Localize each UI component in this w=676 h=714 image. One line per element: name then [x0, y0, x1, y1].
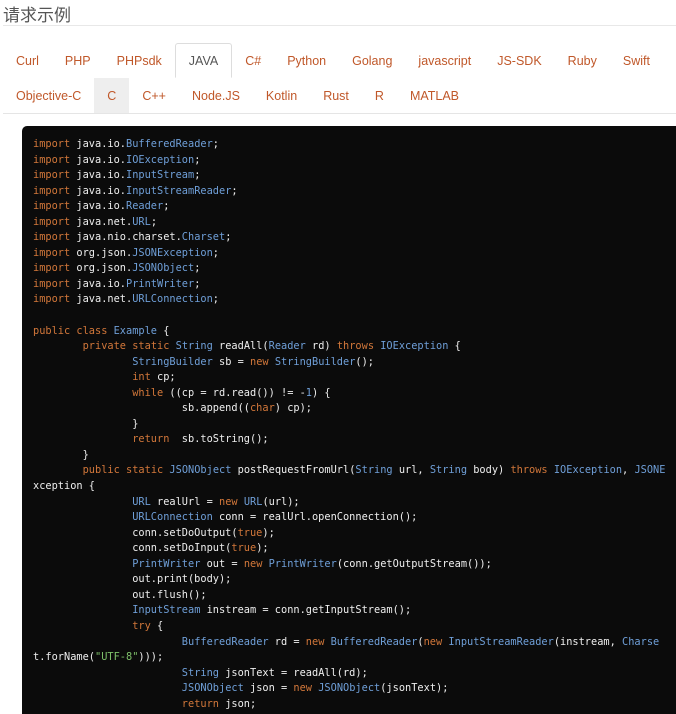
code-line: import java.io.PrintWriter; [33, 277, 201, 290]
tab-objective-c[interactable]: Objective-C [3, 78, 94, 113]
code-line: sb.append((char) cp); [33, 402, 312, 415]
code-line: conn.setDoInput(true); [33, 542, 269, 555]
code-block: import java.io.BufferedReader; import jav… [22, 126, 676, 714]
tab-c#[interactable]: C# [232, 43, 274, 78]
code-line: private static String readAll(Reader rd)… [82, 340, 461, 353]
code-line: URLConnection conn = realUrl.openConnect… [132, 511, 418, 524]
tab-phpsdk[interactable]: PHPsdk [104, 43, 175, 78]
code-line: while ((cp = rd.read()) != -1) { [132, 386, 331, 399]
title-divider [3, 25, 676, 26]
code-line: public class Example { [33, 324, 170, 337]
code-line: t.forName("UTF-8"))); [33, 651, 164, 664]
code-line: out.print(body); [33, 573, 232, 586]
code-line: try { [132, 619, 164, 632]
tabs-divider [3, 113, 676, 114]
code-line: StringBuilder sb = new StringBuilder(); [132, 355, 375, 368]
code-line: import org.json.JSONObject; [33, 262, 201, 275]
code-line: PrintWriter out = new PrintWriter(conn.g… [132, 557, 492, 570]
tab-rust[interactable]: Rust [310, 78, 362, 113]
tab-java[interactable]: JAVA [174, 43, 233, 78]
code-line: import java.io.Reader; [33, 200, 170, 213]
code-line: return json; [181, 697, 257, 710]
tab-golang[interactable]: Golang [339, 43, 405, 78]
tab-kotlin[interactable]: Kotlin [253, 78, 310, 113]
language-tabs-row-1: Curl PHP PHPsdk JAVA C# Python Golang javascrip… [3, 43, 663, 78]
tab-curl[interactable]: Curl [3, 43, 52, 78]
code-line: BufferedReader rd = new BufferedReader(n… [181, 635, 660, 648]
tab-c[interactable]: C [94, 78, 130, 113]
tab-python[interactable]: Python [274, 43, 339, 78]
page-title: 请求示例 [3, 6, 71, 25]
tab-node-js[interactable]: Node.JS [179, 78, 253, 113]
code-line: import java.io.InputStream; [33, 169, 201, 182]
code-line: out.flush(); [33, 588, 207, 601]
code-line: conn.setDoOutput(true); [33, 526, 275, 539]
tab-javascript[interactable]: javascript [405, 43, 484, 78]
code-line: import java.io.IOException; [33, 153, 201, 166]
tab-js-sdk[interactable]: JS-SDK [484, 43, 554, 78]
code-line: } [33, 448, 89, 461]
code-line: int cp; [132, 371, 176, 384]
tab-r[interactable]: R [362, 78, 397, 113]
code-line: xception { [33, 480, 95, 493]
code-line: } [33, 417, 139, 430]
code-line: JSONObject json = new JSONObject(jsonTex… [181, 682, 449, 695]
code-line: import java.net.URLConnection; [33, 293, 219, 306]
code-line: import java.net.URL; [33, 215, 158, 228]
code-line: public static JSONObject postRequestFrom… [82, 464, 666, 477]
code-line: return sb.toString(); [132, 433, 269, 446]
code-line: InputStream instream = conn.getInputStre… [132, 604, 412, 617]
code-line: import java.nio.charset.Charset; [33, 231, 232, 244]
tab-swift[interactable]: Swift [610, 43, 663, 78]
tab-matlab[interactable]: MATLAB [397, 78, 472, 113]
language-tabs-row-2: Objective-C C C++ Node.JS Kotlin Rust R MATLAB [3, 78, 472, 113]
code-line: import org.json.JSONException; [33, 246, 219, 259]
code-line: URL realUrl = new URL(url); [132, 495, 300, 508]
code-line: import java.io.BufferedReader; [33, 138, 219, 150]
tab-ruby[interactable]: Ruby [555, 43, 610, 78]
tab-php[interactable]: PHP [52, 43, 104, 78]
code-line: String jsonText = readAll(rd); [181, 666, 368, 679]
tab-c++[interactable]: C++ [129, 78, 179, 113]
code-line: import java.io.InputStreamReader; [33, 184, 238, 197]
